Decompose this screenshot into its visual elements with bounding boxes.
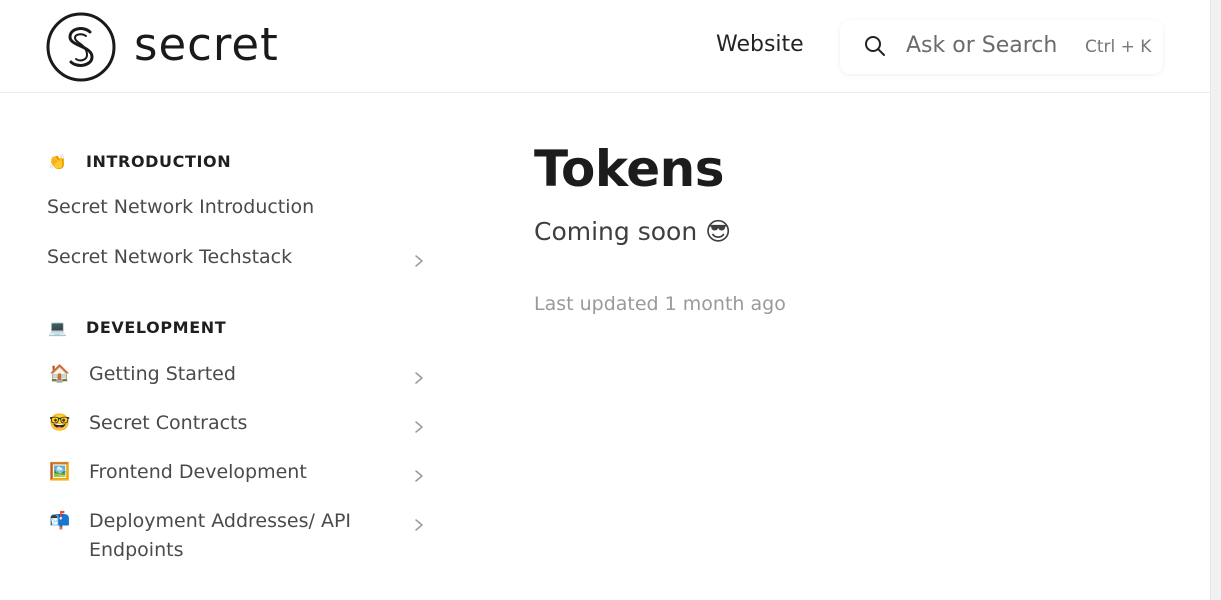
mailbox-icon: 📬 [49,511,71,531]
sidebar-item-frontend-development[interactable]: 🖼️ Frontend Development [47,458,427,487]
section-title: INTRODUCTION [86,152,232,171]
sidebar-item-secret-network-introduction[interactable]: Secret Network Introduction [47,193,427,222]
search-shortcut: Ctrl + K [1085,37,1152,57]
chevron-right-icon[interactable] [411,513,427,531]
sidebar-item-secret-network-techstack[interactable]: Secret Network Techstack [47,243,427,272]
last-updated-text: Last updated 1 month ago [534,293,786,315]
section-introduction: 👏 INTRODUCTION [48,152,231,171]
chevron-right-icon[interactable] [411,249,427,267]
sidebar-item-label: Secret Network Techstack [47,246,293,268]
search-placeholder: Ask or Search [906,33,1058,58]
sidebar-item-label: Deployment Addresses/ API Endpoints [89,510,352,561]
house-icon: 🏠 [49,364,71,384]
sidebar-item-label: Secret Network Introduction [47,196,315,218]
section-title: DEVELOPMENT [86,318,227,337]
secret-logo-icon [46,12,116,82]
sidebar-item-label: Secret Contracts [89,412,248,434]
sidebar-item-getting-started[interactable]: 🏠 Getting Started [47,360,427,389]
framed-picture-icon: 🖼️ [49,462,71,482]
chevron-right-icon[interactable] [411,366,427,384]
top-header: secret Website Ask or Search Ctrl + K [0,0,1210,93]
page-scrollbar[interactable] [1210,0,1221,600]
chevron-right-icon[interactable] [411,464,427,482]
page-title: Tokens [534,140,725,198]
laptop-icon: 💻 [48,318,68,337]
sidebar-item-deployment-addresses[interactable]: 📬 Deployment Addresses/ API Endpoints [47,507,427,565]
search-box[interactable]: Ask or Search Ctrl + K [840,20,1163,74]
nerd-face-icon: 🤓 [49,413,71,433]
logo-text: secret [134,17,279,71]
sidebar-item-label: Frontend Development [89,461,307,483]
sidebar-item-label: Getting Started [89,363,236,385]
clap-icon: 👏 [48,152,68,171]
page-body-text: Coming soon 😎 [534,217,732,246]
section-development: 💻 DEVELOPMENT [48,318,226,337]
search-icon [865,36,885,56]
chevron-right-icon[interactable] [411,415,427,433]
sidebar-item-secret-contracts[interactable]: 🤓 Secret Contracts [47,409,427,438]
website-link[interactable]: Website [716,32,804,57]
logo[interactable]: secret [46,12,279,82]
